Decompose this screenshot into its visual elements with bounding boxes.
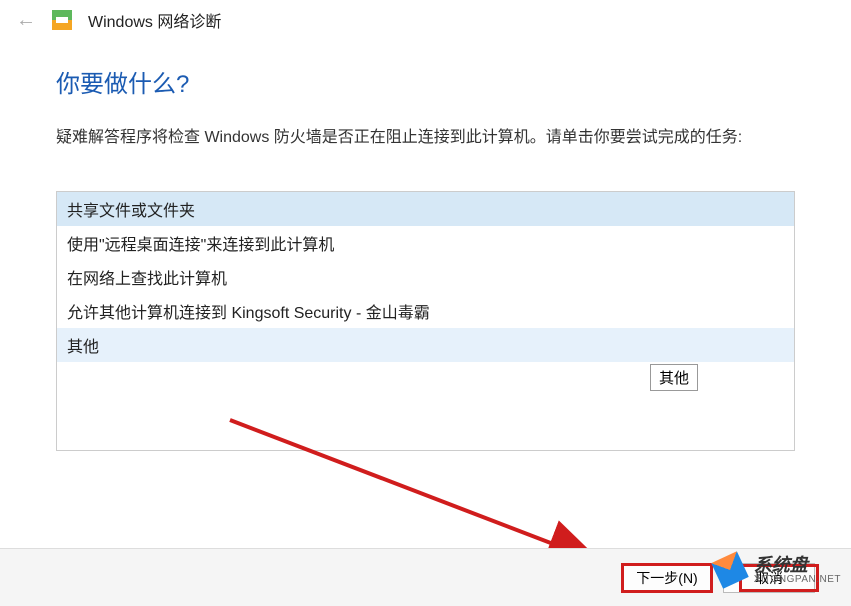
- cancel-button[interactable]: 取消: [723, 563, 815, 593]
- option-share-files[interactable]: 共享文件或文件夹: [57, 192, 794, 226]
- option-allow-kingsoft[interactable]: 允许其他计算机连接到 Kingsoft Security - 金山毒霸: [57, 294, 794, 328]
- option-remote-desktop[interactable]: 使用"远程桌面连接"来连接到此计算机: [57, 226, 794, 260]
- next-button[interactable]: 下一步(N): [621, 563, 713, 593]
- window-title: Windows 网络诊断: [88, 8, 221, 32]
- back-arrow-icon: ←: [16, 9, 36, 32]
- page-description: 疑难解答程序将检查 Windows 防火墙是否正在阻止连接到此计算机。请单击你要…: [56, 125, 795, 151]
- dialog-footer: 下一步(N) 取消: [0, 548, 851, 606]
- option-list: 共享文件或文件夹 使用"远程桌面连接"来连接到此计算机 在网络上查找此计算机 允…: [56, 191, 795, 451]
- tooltip: 其他: [650, 364, 698, 391]
- page-heading: 你要做什么?: [56, 64, 795, 99]
- option-other[interactable]: 其他: [57, 328, 794, 362]
- option-find-on-network[interactable]: 在网络上查找此计算机: [57, 260, 794, 294]
- app-icon: [52, 10, 72, 30]
